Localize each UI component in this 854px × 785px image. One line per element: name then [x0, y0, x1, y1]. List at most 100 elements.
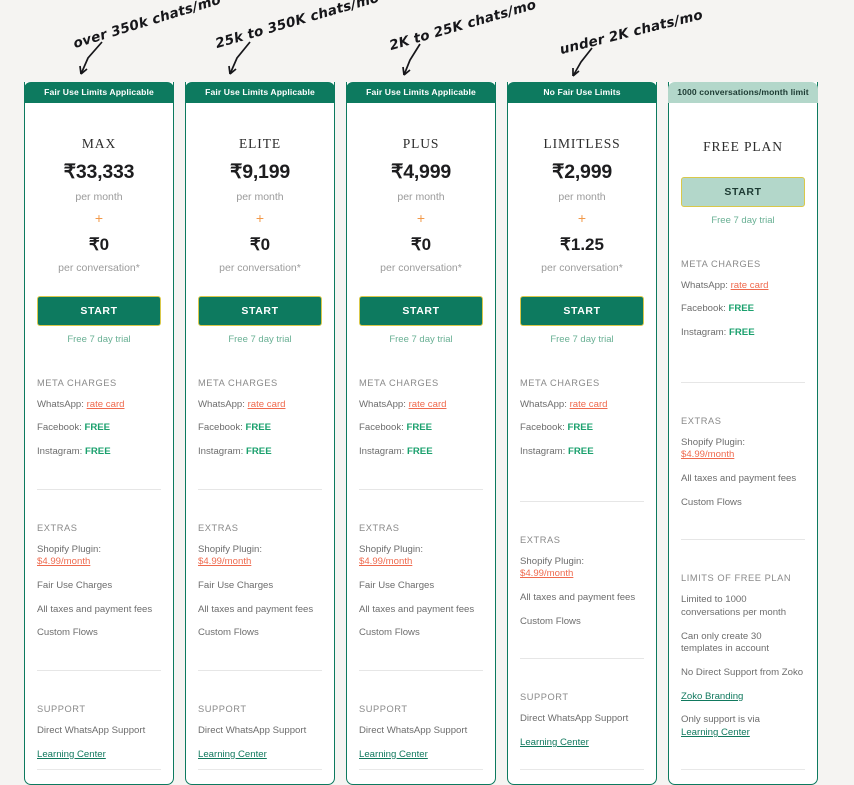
- extras-shopify-elite: Shopify Plugin: $4.99/month: [198, 544, 322, 569]
- learning-center-link-max[interactable]: Learning Center: [37, 749, 106, 760]
- plan-name-max: MAX: [81, 135, 117, 151]
- plan-name-elite: ELITE: [239, 135, 281, 151]
- support-direct-plus: Direct WhatsApp Support: [359, 724, 468, 736]
- rate-card-link-elite[interactable]: rate card: [248, 399, 286, 410]
- rate-card-link-limitless[interactable]: rate card: [570, 399, 608, 410]
- section-support-max: SUPPORT: [37, 703, 86, 714]
- plan-price-elite: ₹9,199: [229, 160, 290, 183]
- meta-facebook-value: FREE: [728, 303, 755, 315]
- meta-instagram-label: Instagram:: [359, 446, 405, 458]
- extras-custom-flows-plus: Custom Flows: [359, 627, 420, 639]
- start-button-limitless[interactable]: START: [520, 295, 644, 326]
- meta-instagram-elite: Instagram: FREE: [198, 446, 322, 459]
- extras-custom-flows-limitless: Custom Flows: [520, 615, 581, 627]
- section-support-elite: SUPPORT: [198, 703, 247, 714]
- section-extras-plus: EXTRAS: [359, 522, 400, 533]
- meta-facebook-free: Facebook: FREE: [681, 303, 805, 316]
- divider: [37, 669, 161, 671]
- meta-instagram-limitless: Instagram: FREE: [520, 446, 644, 459]
- learning-center-link-free[interactable]: Learning Center: [681, 727, 750, 738]
- shopify-label: Shopify Plugin:: [37, 543, 101, 555]
- pricing-card-elite: Fair Use Limits Applicable ELITE ₹9,199 …: [185, 82, 335, 785]
- meta-instagram-max: Instagram: FREE: [37, 446, 161, 459]
- zoko-branding-link[interactable]: Zoko Branding: [681, 691, 743, 702]
- meta-whatsapp-free: WhatsApp: rate card: [681, 280, 805, 293]
- limit-conversations: Limited to 1000 conversations per month: [681, 594, 787, 618]
- plus-icon: +: [94, 209, 104, 226]
- extras-shopify-plus: Shopify Plugin: $4.99/month: [359, 544, 483, 569]
- conv-period-plus: per conversation*: [380, 261, 462, 274]
- rate-card-link-free[interactable]: rate card: [731, 280, 769, 291]
- price-period-max: per month: [75, 190, 123, 203]
- pricing-cards-row: Fair Use Limits Applicable MAX ₹33,333 p…: [24, 82, 830, 785]
- divider: [681, 539, 805, 541]
- meta-instagram-value: FREE: [246, 446, 272, 458]
- price-period-elite: per month: [236, 190, 284, 203]
- meta-facebook-label: Facebook:: [359, 422, 404, 434]
- start-button-plus[interactable]: START: [359, 295, 483, 326]
- zoko-branding-row: Zoko Branding: [681, 691, 805, 704]
- extras-shopify-max: Shopify Plugin: $4.99/month: [37, 544, 161, 569]
- divider: [681, 381, 805, 383]
- section-support-plus: SUPPORT: [359, 703, 408, 714]
- plan-name-free: FREE PLAN: [703, 138, 783, 154]
- divider: [37, 488, 161, 490]
- trial-text-plus: Free 7 day trial: [389, 333, 453, 345]
- plan-conv-price-limitless: ₹1.25: [560, 234, 604, 254]
- divider: [198, 669, 322, 671]
- start-button-free[interactable]: START: [681, 176, 805, 207]
- learning-center-link-plus[interactable]: Learning Center: [359, 749, 428, 760]
- plus-icon: +: [255, 209, 265, 226]
- shopify-price-link-elite[interactable]: $4.99/month: [198, 556, 251, 567]
- bottom-divider: [198, 769, 322, 771]
- extras-custom-flows-max: Custom Flows: [37, 627, 98, 639]
- shopify-price-link-max[interactable]: $4.99/month: [37, 556, 90, 567]
- meta-facebook-label: Facebook:: [681, 303, 726, 315]
- rate-card-link-plus[interactable]: rate card: [409, 399, 447, 410]
- section-extras-free: EXTRAS: [681, 415, 722, 426]
- meta-whatsapp-limitless: WhatsApp: rate card: [520, 399, 644, 412]
- start-button-max[interactable]: START: [37, 295, 161, 326]
- conv-period-elite: per conversation*: [219, 261, 301, 274]
- shopify-price-link-free[interactable]: $4.99/month: [681, 449, 734, 460]
- shopify-label: Shopify Plugin:: [359, 543, 423, 555]
- pricing-card-max: Fair Use Limits Applicable MAX ₹33,333 p…: [24, 82, 174, 785]
- trial-text-max: Free 7 day trial: [67, 333, 131, 345]
- extras-taxes-limitless: All taxes and payment fees: [520, 592, 636, 604]
- plan-conv-price-elite: ₹0: [249, 234, 271, 254]
- extras-fair-use-plus: Fair Use Charges: [359, 580, 435, 592]
- annotation-text-elite: 25k to 350K chats/mo: [213, 0, 382, 52]
- learning-center-link-elite[interactable]: Learning Center: [198, 749, 267, 760]
- divider: [359, 669, 483, 671]
- trial-text-elite: Free 7 day trial: [228, 333, 292, 345]
- plan-conv-price-plus: ₹0: [410, 234, 432, 254]
- card-badge-plus: Fair Use Limits Applicable: [346, 82, 496, 103]
- section-extras-limitless: EXTRAS: [520, 534, 561, 545]
- rate-card-link-max[interactable]: rate card: [87, 399, 125, 410]
- section-extras-elite: EXTRAS: [198, 522, 239, 533]
- annotation-text-max: over 350k chats/mo: [71, 0, 223, 53]
- meta-instagram-value: FREE: [407, 446, 433, 458]
- card-badge-free: 1000 conversations/month limit: [668, 82, 818, 103]
- shopify-price-link-plus[interactable]: $4.99/month: [359, 556, 412, 567]
- meta-whatsapp-max: WhatsApp: rate card: [37, 399, 161, 412]
- meta-instagram-value: FREE: [568, 446, 594, 458]
- plan-conv-price-max: ₹0: [88, 234, 110, 254]
- meta-instagram-value: FREE: [85, 446, 111, 458]
- meta-facebook-value: FREE: [406, 422, 433, 434]
- learning-center-link-limitless[interactable]: Learning Center: [520, 737, 589, 748]
- extras-shopify-limitless: Shopify Plugin: $4.99/month: [520, 556, 644, 581]
- trial-text-limitless: Free 7 day trial: [550, 333, 614, 345]
- start-button-elite[interactable]: START: [198, 295, 322, 326]
- meta-instagram-label: Instagram:: [681, 327, 727, 339]
- bottom-divider: [37, 769, 161, 771]
- limit-no-direct-support: No Direct Support from Zoko: [681, 666, 804, 678]
- meta-whatsapp-label: WhatsApp:: [37, 398, 84, 410]
- meta-facebook-elite: Facebook: FREE: [198, 422, 322, 435]
- shopify-price-link-limitless[interactable]: $4.99/month: [520, 568, 573, 579]
- meta-facebook-value: FREE: [84, 422, 111, 434]
- annotation-text-plus: 2K to 25K chats/mo: [387, 0, 539, 54]
- support-learning-center-plus: Learning Center: [359, 749, 483, 762]
